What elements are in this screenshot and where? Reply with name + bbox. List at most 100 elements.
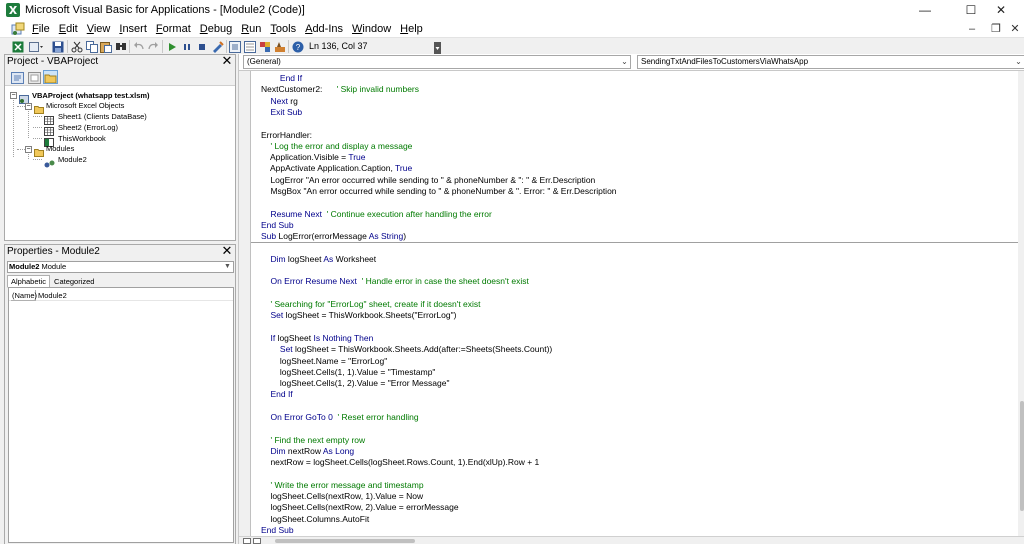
code-line[interactable]: End Sub (261, 220, 294, 231)
menu-item-view[interactable]: View (83, 23, 115, 35)
code-line[interactable]: Set logSheet = ThisWorkbook.Sheets("Erro… (261, 310, 456, 321)
margin-indicator-bar[interactable] (239, 71, 251, 537)
project-explorer-icon[interactable] (229, 40, 241, 53)
vertical-scroll-thumb[interactable] (1020, 401, 1024, 511)
mdi-close-button[interactable]: ✕ (1008, 20, 1022, 37)
break-icon[interactable] (181, 40, 193, 52)
mdi-restore-button[interactable]: ❐ (989, 20, 1003, 37)
reset-icon[interactable] (196, 40, 208, 52)
insert-userform-icon[interactable] (29, 40, 43, 52)
vertical-scrollbar[interactable] (1018, 71, 1024, 537)
object-name: Module2 (9, 262, 40, 271)
property-name: (Name) (11, 290, 38, 301)
view-excel-icon[interactable] (12, 40, 24, 53)
project-pane-close-button[interactable]: ✕ (221, 54, 233, 68)
excel-objects-collapse-toggle[interactable]: − (25, 103, 32, 110)
code-line[interactable]: If logSheet Is Nothing Then (261, 333, 373, 344)
menu-item-debug[interactable]: Debug (196, 23, 236, 35)
code-line[interactable]: logSheet.Name = "ErrorLog" (261, 356, 387, 367)
code-line[interactable]: Dim nextRow As Long (261, 446, 354, 457)
find-icon[interactable] (115, 40, 127, 52)
properties-window-icon[interactable] (244, 40, 256, 53)
excel-app-icon[interactable] (6, 3, 20, 17)
menu-item-add-ins[interactable]: Add-Ins (301, 23, 347, 35)
minimize-button[interactable]: — (902, 0, 948, 20)
mdi-minimize-button[interactable]: – (965, 20, 979, 37)
code-editor[interactable]: End If NextCustomer2: ' Skip invalid numb… (239, 70, 1024, 537)
tree-node-excel-objects[interactable]: Microsoft Excel Objects (46, 100, 124, 111)
property-value[interactable]: Module2 (38, 290, 67, 301)
code-line[interactable]: logSheet.Cells(nextRow, 1).Value = Now (261, 491, 423, 502)
code-line[interactable]: logSheet.Columns.AutoFit (261, 514, 369, 525)
save-icon[interactable] (52, 40, 64, 53)
code-line[interactable]: logSheet.Cells(nextRow, 2).Value = error… (261, 502, 458, 513)
design-mode-icon[interactable] (212, 40, 224, 53)
code-line[interactable]: ' Write the error message and timestamp (261, 480, 423, 491)
tree-node-sheet2[interactable]: Sheet2 (ErrorLog) (58, 122, 118, 133)
code-line[interactable]: Sub LogError(errorMessage As String) (261, 231, 406, 242)
code-line[interactable]: LogError "An error occurred while sendin… (261, 175, 595, 186)
toolbar-options-icon[interactable] (434, 41, 441, 54)
menu-item-run[interactable]: Run (237, 23, 265, 35)
menu-item-tools[interactable]: Tools (266, 23, 300, 35)
code-line[interactable]: Exit Sub (261, 107, 302, 118)
code-line[interactable]: On Error GoTo 0 ' Reset error handling (261, 412, 418, 423)
toggle-folders-icon[interactable] (43, 70, 58, 84)
view-object-icon[interactable] (28, 71, 41, 84)
code-line[interactable]: ' Log the error and display a message (261, 141, 412, 152)
menu-item-window[interactable]: Window (348, 23, 395, 35)
copy-icon[interactable] (86, 40, 98, 53)
view-code-icon[interactable] (11, 71, 24, 84)
menu-item-insert[interactable]: Insert (115, 23, 151, 35)
property-row[interactable]: (Name) Module2 (9, 290, 233, 301)
code-line[interactable]: ' Find the next empty row (261, 435, 365, 446)
code-line[interactable]: MsgBox "An error occurred while sending … (261, 186, 616, 197)
procedure-dropdown[interactable]: SendingTxtAndFilesToCustomersViaWhatsApp… (637, 55, 1024, 69)
code-line[interactable]: End If (261, 389, 292, 400)
chevron-down-icon[interactable]: ▼ (223, 262, 232, 272)
code-line[interactable]: End If (261, 73, 302, 84)
menu-item-format[interactable]: Format (152, 23, 195, 35)
chevron-down-icon[interactable]: ⌄ (619, 56, 630, 68)
tree-node-modules[interactable]: Modules (46, 143, 74, 154)
modules-collapse-toggle[interactable]: − (25, 146, 32, 153)
code-line[interactable]: Application.Visible = True (261, 152, 366, 163)
menu-item-file[interactable]: File (28, 23, 54, 35)
code-line[interactable]: NextCustomer2: ' Skip invalid numbers (261, 84, 419, 95)
root-collapse-toggle[interactable]: − (10, 92, 17, 99)
code-line[interactable]: Dim logSheet As Worksheet (261, 254, 376, 265)
close-button[interactable]: ✕ (978, 0, 1024, 20)
code-line[interactable]: logSheet.Cells(1, 1).Value = "Timestamp" (261, 367, 436, 378)
code-line[interactable]: Next rg (261, 96, 297, 107)
code-line[interactable]: Set logSheet = ThisWorkbook.Sheets.Add(a… (261, 344, 552, 355)
paste-icon[interactable] (100, 40, 112, 53)
toolbox-icon[interactable] (274, 40, 286, 52)
code-line[interactable]: AppActivate Application.Caption, True (261, 163, 412, 174)
redo-icon[interactable] (147, 40, 159, 52)
undo-icon[interactable] (133, 40, 145, 52)
object-browser-icon[interactable] (259, 40, 271, 52)
code-line[interactable]: On Error Resume Next ' Handle error in c… (261, 276, 528, 287)
code-line[interactable]: Resume Next ' Continue execution after h… (261, 209, 491, 220)
vba-module-icon[interactable] (11, 22, 25, 36)
horizontal-scrollbar[interactable] (239, 536, 1024, 544)
code-line[interactable]: ErrorHandler: (261, 130, 312, 141)
help-icon[interactable]: ? (292, 40, 304, 53)
procedure-view-icon[interactable] (243, 538, 251, 544)
chevron-down-icon[interactable]: ⌄ (1013, 56, 1024, 68)
code-line[interactable]: logSheet.Cells(1, 2).Value = "Error Mess… (261, 378, 450, 389)
cut-icon[interactable] (71, 40, 83, 53)
object-select[interactable]: Module2 Module ▼ (7, 261, 234, 273)
tree-node-sheet1[interactable]: Sheet1 (Clients DataBase) (58, 111, 147, 122)
menu-item-help[interactable]: Help (396, 23, 427, 35)
code-line[interactable]: ' Searching for "ErrorLog" sheet, create… (261, 299, 480, 310)
object-dropdown[interactable]: (General) ⌄ (243, 55, 631, 69)
properties-pane-close-button[interactable]: ✕ (221, 244, 233, 258)
full-module-view-icon[interactable] (253, 538, 261, 544)
horizontal-scroll-thumb[interactable] (275, 539, 415, 543)
code-line[interactable]: nextRow = logSheet.Cells(logSheet.Rows.C… (261, 457, 539, 468)
menu-item-edit[interactable]: Edit (55, 23, 82, 35)
tree-node-module2[interactable]: Module2 (58, 154, 87, 165)
run-icon[interactable] (166, 40, 178, 52)
code-line[interactable]: End Sub (261, 525, 294, 536)
